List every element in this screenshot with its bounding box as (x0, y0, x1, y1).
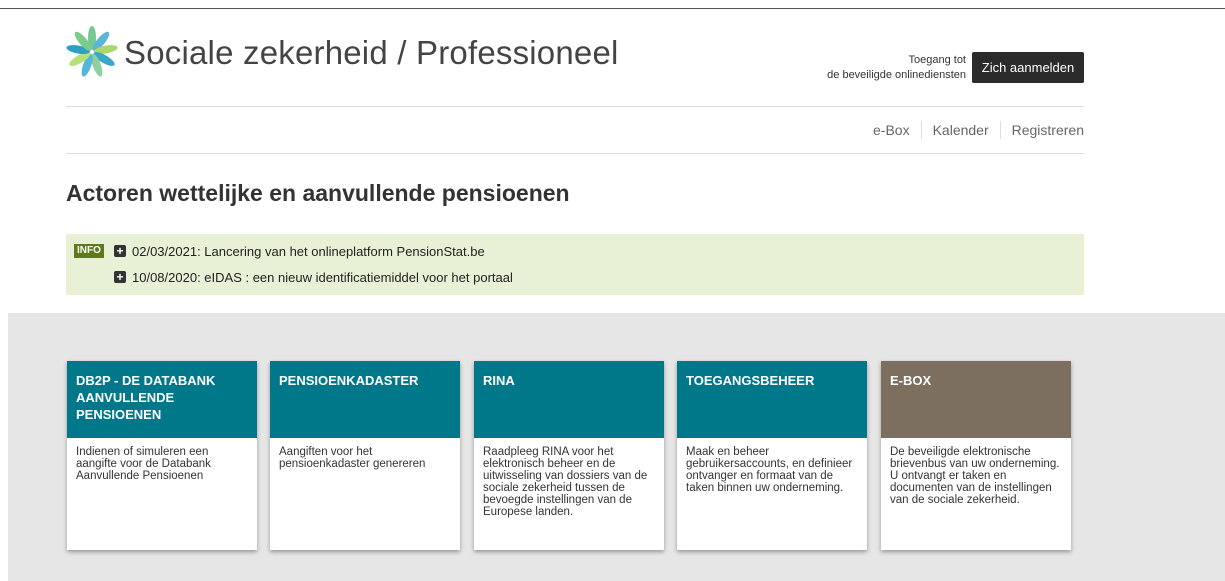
card-title[interactable]: PENSIOENKADASTER (270, 361, 460, 438)
info-item[interactable]: + 02/03/2021: Lancering van het onlinepl… (114, 242, 485, 260)
card-description: Raadpleeg RINA voor het elektronisch beh… (483, 446, 648, 518)
card-title[interactable]: E-BOX (881, 361, 1071, 438)
info-item[interactable]: + 10/08/2020: eIDAS : een nieuw identifi… (114, 268, 513, 286)
service-card-rina[interactable]: RINA Raadpleeg RINA voor het elektronisc… (474, 361, 664, 550)
top-border-line (0, 8, 1225, 9)
leaf-logo-icon[interactable] (66, 25, 118, 77)
info-panel: INFO + 02/03/2021: Lancering van het onl… (66, 234, 1084, 295)
card-description: Indienen of simuleren een aangifte voor … (76, 446, 211, 482)
info-item-text[interactable]: 02/03/2021: Lancering van het onlineplat… (132, 244, 485, 259)
nav-item-kalender[interactable]: Kalender (920, 121, 1000, 139)
service-card-toegangsbeheer[interactable]: TOEGANGSBEHEER Maak en beheer gebruikers… (677, 361, 867, 550)
top-navigation: e-Box Kalender Registreren (862, 121, 1084, 139)
secure-access-text: Toegang tot de beveiligde onlinediensten (790, 53, 966, 83)
card-description: Aangiften voor het pensioenkadaster gene… (279, 446, 426, 470)
card-title[interactable]: DB2P - DE DATABANK AANVULLENDE PENSIOENE… (67, 361, 257, 438)
nav-divider (66, 153, 1084, 154)
card-title[interactable]: RINA (474, 361, 664, 438)
card-title[interactable]: TOEGANGSBEHEER (677, 361, 867, 438)
nav-item-ebox[interactable]: e-Box (862, 121, 921, 139)
card-description: De beveiligde elektronische brievenbus v… (890, 446, 1060, 506)
access-text-line2: de beveiligde onlinediensten (827, 69, 966, 81)
info-badge: INFO (74, 244, 104, 258)
login-button[interactable]: Zich aanmelden (972, 52, 1084, 83)
service-card-ebox[interactable]: E-BOX De beveiligde elektronische brieve… (881, 361, 1071, 550)
service-card-db2p[interactable]: DB2P - DE DATABANK AANVULLENDE PENSIOENE… (67, 361, 257, 550)
info-item-text[interactable]: 10/08/2020: eIDAS : een nieuw identifica… (132, 270, 513, 285)
access-text-line1: Toegang tot (908, 54, 967, 66)
service-card-pensioenkadaster[interactable]: PENSIOENKADASTER Aangiften voor het pens… (270, 361, 460, 550)
header-divider (66, 106, 1084, 107)
plus-square-icon[interactable]: + (114, 245, 126, 257)
site-title[interactable]: Sociale zekerheid / Professioneel (124, 34, 619, 72)
plus-square-icon[interactable]: + (114, 271, 126, 283)
card-description: Maak en beheer gebruikersaccounts, en de… (686, 446, 853, 494)
page-title: Actoren wettelijke en aanvullende pensio… (66, 180, 570, 206)
nav-item-registreren[interactable]: Registreren (999, 121, 1084, 139)
